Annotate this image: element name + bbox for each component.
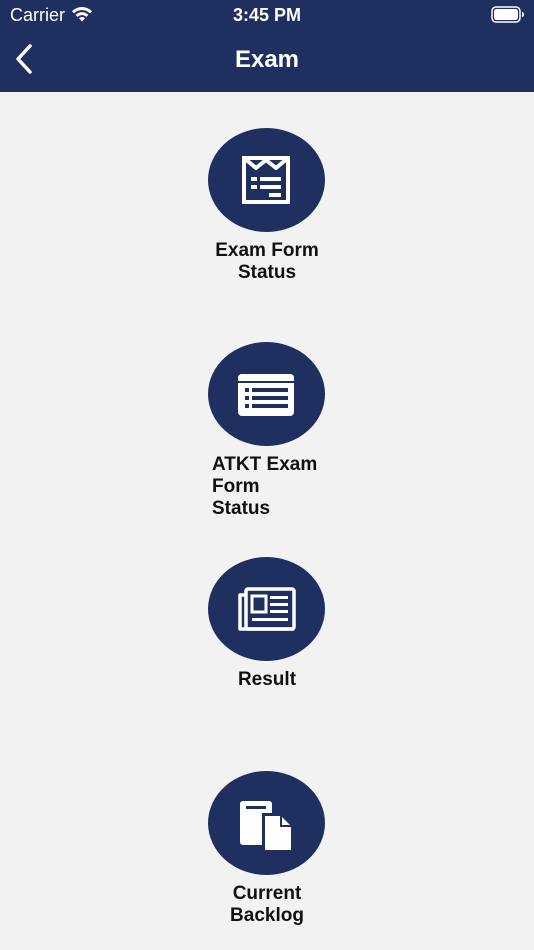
menu-icon-circle	[208, 557, 325, 661]
menu-item-label: Result	[237, 669, 297, 690]
status-bar: Carrier 3:45 PM	[0, 0, 534, 30]
status-time: 3:45 PM	[232, 5, 302, 25]
navigation-bar: Exam	[0, 30, 534, 92]
menu-icon-circle	[208, 128, 325, 232]
app-header: Carrier 3:45 PM Exam	[0, 0, 534, 92]
battery-icon	[491, 6, 525, 23]
menu-item-label: Current Backlog	[230, 883, 304, 926]
documents-icon	[240, 801, 294, 853]
menu-icon-circle	[208, 342, 325, 446]
list-card-icon	[238, 374, 294, 416]
exam-form-icon	[242, 156, 290, 204]
page-title: Exam	[234, 46, 300, 73]
menu-icon-circle	[208, 771, 325, 875]
menu-item-label: Exam Form Status	[215, 240, 319, 283]
newspaper-icon	[238, 587, 296, 631]
menu-item-label: ATKT Exam Form Status	[212, 454, 318, 519]
